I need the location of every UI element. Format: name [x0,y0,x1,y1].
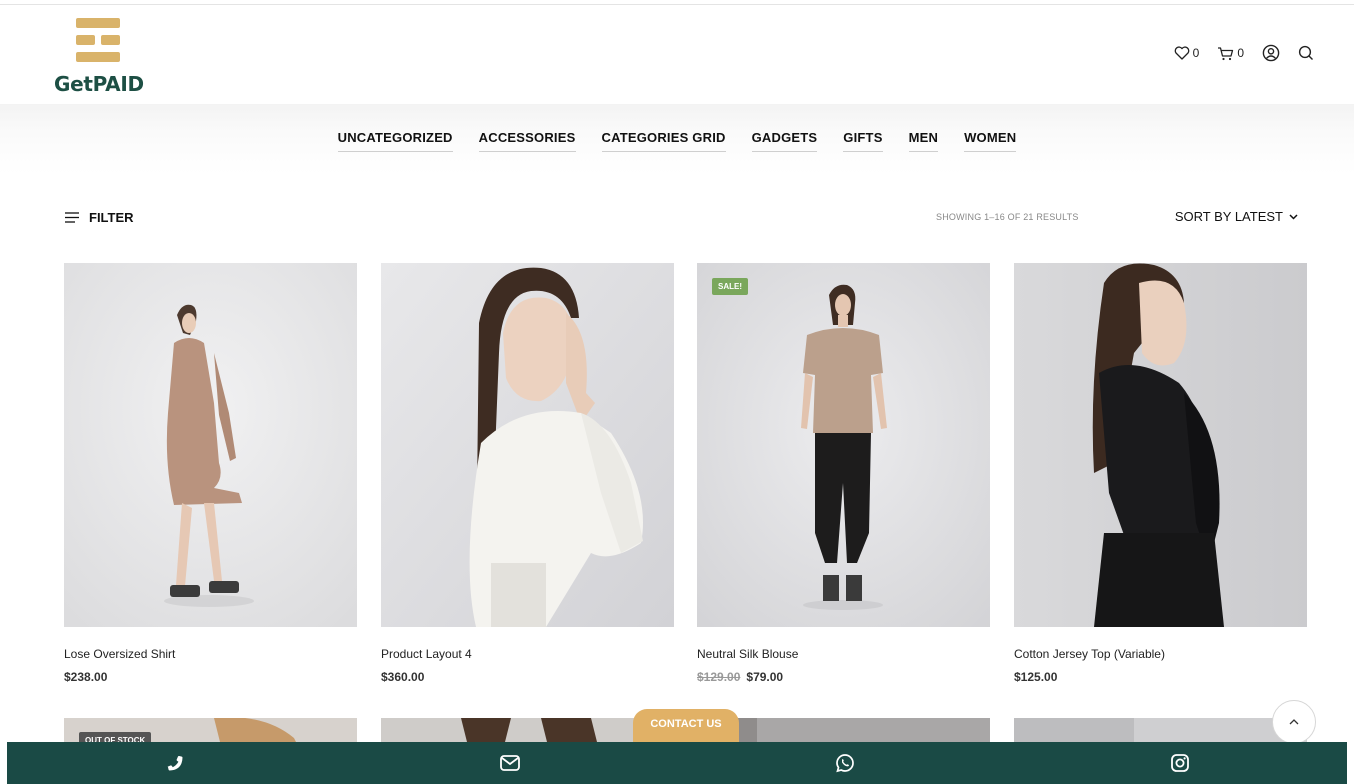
nav-item-men[interactable]: MEN [908,130,939,152]
heart-icon [1174,46,1189,60]
logo-text: GetPAID [54,72,144,96]
user-icon [1262,44,1280,62]
nav-item-uncategorized[interactable]: UNCATEGORIZED [337,130,453,152]
instagram-icon [1170,754,1189,772]
product-card[interactable]: Cotton Jersey Top (Variable) $125.00 [1014,263,1307,684]
product-image[interactable] [381,263,674,627]
product-old-price: $129.00 [697,670,741,684]
nav-item-gadgets[interactable]: GADGETS [751,130,818,152]
bottom-contact-bar [7,742,1347,784]
product-title[interactable]: Lose Oversized Shirt [64,647,357,661]
email-button[interactable] [342,742,677,784]
sale-badge: SALE! [712,278,748,295]
top-divider [0,4,1354,5]
filter-button[interactable]: FILTER [65,210,134,225]
product-card[interactable]: SALE! Neutral Silk Blouse $129.00 $79.00 [697,263,990,684]
search-icon [1298,45,1313,60]
product-price: $129.00 $79.00 [697,670,990,684]
filter-label: FILTER [89,210,134,225]
phone-icon [167,755,182,771]
category-nav: UNCATEGORIZED ACCESSORIES CATEGORIES GRI… [0,130,1354,152]
phone-button[interactable] [7,742,342,784]
product-image[interactable] [64,263,357,627]
header-actions: 0 0 [1174,44,1314,62]
mail-icon [499,755,520,771]
product-image[interactable]: SALE! [697,263,990,627]
results-count: SHOWING 1–16 OF 21 RESULTS [936,212,1079,222]
logo-mark-icon [76,18,120,62]
wishlist-link[interactable]: 0 [1174,46,1200,60]
product-title[interactable]: Neutral Silk Blouse [697,647,990,661]
product-sale-price: $79.00 [746,670,784,684]
cart-count: 0 [1237,46,1244,60]
nav-item-gifts[interactable]: GIFTS [843,130,883,152]
product-title[interactable]: Product Layout 4 [381,647,674,661]
product-card[interactable]: Lose Oversized Shirt $238.00 [64,263,357,684]
product-price: $360.00 [381,670,425,684]
nav-item-categories-grid[interactable]: CATEGORIES GRID [601,130,726,152]
site-logo[interactable]: GetPAID [54,18,144,96]
product-image[interactable] [1014,263,1307,627]
chevron-up-icon [1289,719,1299,725]
menu-lines-icon [65,212,79,223]
product-title[interactable]: Cotton Jersey Top (Variable) [1014,647,1307,661]
cart-link[interactable]: 0 [1217,46,1244,61]
product-price: $238.00 [64,670,108,684]
nav-item-women[interactable]: WOMEN [964,130,1017,152]
instagram-button[interactable] [1012,742,1347,784]
search-button[interactable] [1298,45,1314,61]
product-price: $125.00 [1014,670,1058,684]
account-link[interactable] [1262,44,1280,62]
contact-us-tab[interactable]: CONTACT US [633,709,739,742]
wishlist-count: 0 [1192,46,1200,60]
sort-label: SORT BY LATEST [1174,209,1283,224]
product-card[interactable]: Product Layout 4 $360.00 [381,263,674,684]
whatsapp-button[interactable] [677,742,1012,784]
chevron-down-icon [1289,213,1298,220]
scroll-to-top-button[interactable] [1272,700,1316,744]
nav-item-accessories[interactable]: ACCESSORIES [478,130,576,152]
cart-icon [1218,46,1234,60]
whatsapp-icon [835,754,854,773]
sort-dropdown[interactable]: SORT BY LATEST [1175,209,1298,224]
